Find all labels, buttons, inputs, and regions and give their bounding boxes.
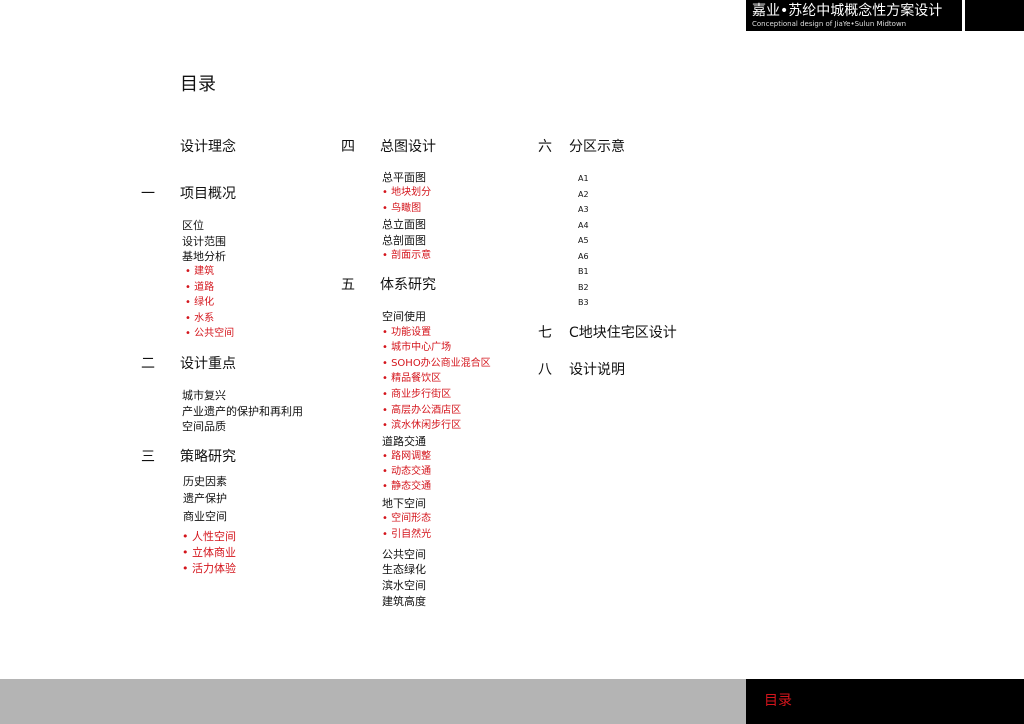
toc-subitem[interactable]: • 路网调整: [382, 451, 431, 463]
toc-subitem[interactable]: • 高层办公酒店区: [382, 405, 461, 417]
toc-section-system-study[interactable]: 体系研究: [380, 276, 436, 294]
toc-zone-item[interactable]: A5: [578, 236, 589, 246]
toc-subitem[interactable]: • 立体商业: [182, 546, 236, 559]
header-end-block: [965, 0, 1024, 31]
toc-subitem[interactable]: • 静态交通: [382, 481, 431, 493]
toc-item[interactable]: 生态绿化: [382, 563, 426, 576]
toc-section-strategy-study[interactable]: 策略研究: [180, 448, 236, 466]
toc-subitem[interactable]: • 鸟瞰图: [382, 203, 421, 215]
toc-item[interactable]: 基地分析: [182, 250, 226, 263]
toc-section-master-plan[interactable]: 总图设计: [380, 138, 436, 156]
toc-item[interactable]: 总剖面图: [382, 234, 426, 247]
toc-zone-item[interactable]: A6: [578, 252, 589, 262]
section-number-4: 四: [341, 139, 355, 155]
section-number-5: 五: [341, 277, 355, 293]
toc-zone-item[interactable]: A4: [578, 221, 589, 231]
toc-subitem[interactable]: • 公共空间: [185, 328, 234, 340]
toc-zone-item[interactable]: B2: [578, 283, 589, 293]
toc-subitem[interactable]: • 水系: [185, 313, 214, 325]
toc-zone-item[interactable]: A2: [578, 190, 589, 200]
toc-subitem[interactable]: • 空间形态: [382, 513, 431, 525]
toc-subitem[interactable]: • 精品餐饮区: [382, 373, 441, 385]
section-number-1: 一: [141, 186, 155, 202]
toc-subitem[interactable]: • 功能设置: [382, 327, 431, 339]
toc-section-c-plot-residential[interactable]: C地块住宅区设计: [569, 324, 677, 342]
toc-item[interactable]: 公共空间: [382, 548, 426, 561]
footer-label: 目录: [764, 693, 792, 709]
toc-subitem[interactable]: • 活力体验: [182, 562, 236, 575]
toc-item[interactable]: 建筑高度: [382, 595, 426, 608]
toc-subitem[interactable]: • 人性空间: [182, 530, 236, 543]
toc-item[interactable]: 产业遗产的保护和再利用: [182, 405, 303, 418]
toc-item[interactable]: 遗产保护: [183, 492, 227, 505]
toc-item[interactable]: 历史因素: [183, 475, 227, 488]
section-number-2: 二: [141, 356, 155, 372]
toc-item[interactable]: 城市复兴: [182, 389, 226, 402]
toc-item[interactable]: 空间品质: [182, 420, 226, 433]
section-number-6: 六: [538, 139, 552, 155]
toc-subitem[interactable]: • 剖面示意: [382, 250, 431, 262]
section-number-3: 三: [141, 449, 155, 465]
toc-item[interactable]: 地下空间: [382, 497, 426, 510]
footer-bar: [0, 679, 746, 724]
toc-item[interactable]: 滨水空间: [382, 579, 426, 592]
header-title-cn: 嘉业•苏纶中城概念性方案设计: [752, 3, 943, 19]
toc-section-design-focus[interactable]: 设计重点: [180, 355, 236, 373]
toc-item[interactable]: 设计范围: [182, 235, 226, 248]
toc-subitem[interactable]: • 滨水休闲步行区: [382, 420, 461, 432]
footer-label-block: 目录: [746, 679, 1024, 724]
toc-section-project-overview[interactable]: 项目概况: [180, 185, 236, 203]
toc-subitem[interactable]: • 动态交通: [382, 466, 431, 478]
toc-design-concept[interactable]: 设计理念: [180, 138, 236, 156]
toc-zone-item[interactable]: B1: [578, 267, 589, 277]
page-title: 目录: [180, 74, 216, 95]
toc-item[interactable]: 空间使用: [382, 310, 426, 323]
toc-subitem[interactable]: • 绿化: [185, 297, 214, 309]
toc-zone-item[interactable]: A3: [578, 205, 589, 215]
toc-item[interactable]: 商业空间: [183, 510, 227, 523]
toc-zone-item[interactable]: A1: [578, 174, 589, 184]
toc-zone-item[interactable]: B3: [578, 298, 589, 308]
toc-item[interactable]: 总平面图: [382, 171, 426, 184]
toc-item[interactable]: 总立面图: [382, 218, 426, 231]
toc-section-zoning[interactable]: 分区示意: [569, 138, 625, 156]
toc-subitem[interactable]: • 城市中心广场: [382, 342, 451, 354]
toc-section-design-notes[interactable]: 设计说明: [569, 361, 625, 379]
toc-subitem[interactable]: • 道路: [185, 282, 214, 294]
section-number-8: 八: [538, 362, 552, 378]
toc-subitem[interactable]: • 引自然光: [382, 529, 431, 541]
toc-subitem[interactable]: • 建筑: [185, 266, 214, 278]
toc-item[interactable]: 区位: [182, 219, 204, 232]
section-number-7: 七: [538, 325, 552, 341]
toc-subitem[interactable]: • 地块划分: [382, 187, 431, 199]
toc-subitem[interactable]: • 商业步行街区: [382, 389, 451, 401]
toc-item[interactable]: 道路交通: [382, 435, 426, 448]
toc-subitem[interactable]: • SOHO办公商业混合区: [382, 358, 491, 370]
header-title-en: Conceptional design of JiaYe•Sulun Midto…: [752, 20, 907, 28]
header-title-bar: 嘉业•苏纶中城概念性方案设计 Conceptional design of Ji…: [746, 0, 962, 31]
